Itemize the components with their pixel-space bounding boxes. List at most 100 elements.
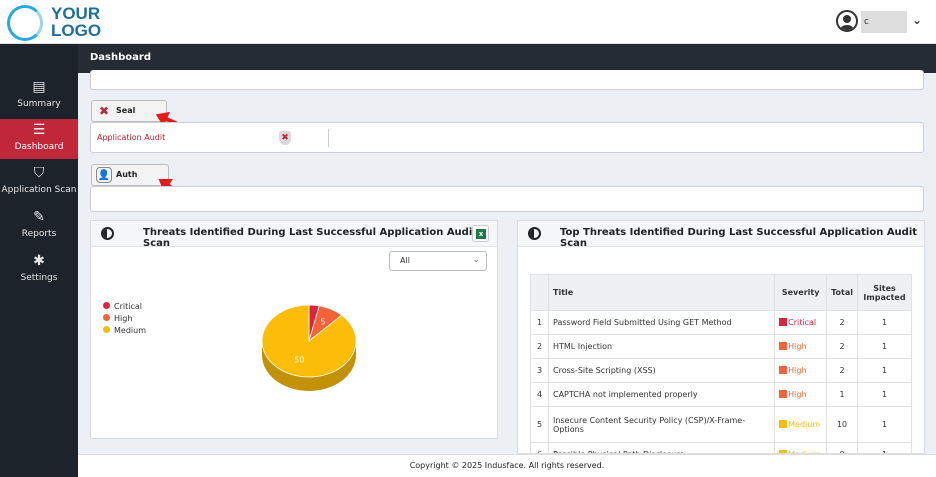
severity-label: Critical	[788, 318, 817, 327]
seal-icon: ✖	[98, 104, 110, 118]
legend-dot	[103, 302, 110, 309]
row-number-cell: 2	[530, 334, 549, 359]
logo-ring-icon	[7, 5, 43, 41]
legend-item-medium[interactable]: Medium	[103, 326, 146, 338]
severity-label: Medium	[788, 420, 821, 429]
chevron-down-icon[interactable]: ⌄	[912, 13, 922, 27]
threat-title-cell: Cross-Site Scripting (XSS)	[547, 358, 776, 383]
row-number-cell: 6	[530, 442, 549, 453]
total-cell: 9	[826, 442, 858, 453]
row-number-cell: 5	[530, 406, 549, 443]
column-header[interactable]: Severity	[774, 274, 828, 311]
user-avatar-icon[interactable]	[836, 10, 858, 32]
sidebar-item-label: Summary	[17, 99, 61, 109]
sidebar-item-label: Application Scan	[1, 185, 77, 195]
legend-label: High	[114, 314, 133, 323]
sites-impacted-cell: 1	[857, 442, 912, 453]
sites-impacted-cell: 1	[857, 358, 912, 383]
pie-data-label: 5	[320, 317, 325, 326]
severity-swatch	[779, 318, 788, 326]
table-row[interactable]: 3 Cross-Site Scripting (XSS) High 2 1	[530, 358, 912, 383]
severity-filter-select[interactable]: All ⌄	[389, 251, 487, 271]
top-threats-table: Title Severity Total Sites Impacted 1 Pas…	[530, 274, 912, 453]
threats-chart-card: Threats Identified During Last Successfu…	[90, 220, 498, 439]
contrast-icon	[101, 227, 114, 240]
threat-title-cell: Insecure Content Security Policy (CSP)/X…	[547, 406, 776, 443]
user-lock-icon: 👤	[96, 167, 112, 183]
total-cell: 1	[826, 382, 858, 407]
card-title: Top Threats Identified During Last Succe…	[560, 227, 918, 249]
total-cell: 2	[826, 310, 858, 335]
column-header[interactable]: Total	[826, 274, 858, 311]
card-header: Threats Identified During Last Successfu…	[91, 221, 497, 249]
card-title: Threats Identified During Last Successfu…	[143, 227, 478, 249]
logo[interactable]: YOUR LOGO	[7, 4, 101, 42]
table-row[interactable]: 4 CAPTCHA not implemented properly High 1 1	[530, 382, 912, 407]
row-number-cell: 1	[530, 310, 549, 335]
column-header[interactable]: Title	[547, 274, 776, 311]
table-row[interactable]: 1 Password Field Submitted Using GET Meth…	[530, 310, 912, 335]
sidebar-item-summary[interactable]: ▤ Summary	[0, 76, 78, 116]
seal-row-label: Application Audit	[97, 133, 166, 142]
sidebar-item-settings[interactable]: ✱ Settings	[0, 250, 78, 290]
severity-swatch	[779, 420, 788, 428]
table-header-row: Title Severity Total Sites Impacted	[530, 274, 912, 311]
row-number-cell: 3	[530, 358, 549, 383]
sidebar-item-label: Dashboard	[14, 142, 64, 152]
user-name[interactable]: c	[861, 11, 907, 33]
user-menu[interactable]: c ⌄	[836, 9, 926, 35]
top-threats-card: Top Threats Identified During Last Succe…	[517, 220, 925, 454]
table-row[interactable]: 5 Insecure Content Security Policy (CSP)/…	[530, 406, 912, 443]
legend-label: Critical	[114, 302, 142, 311]
severity-swatch	[779, 390, 788, 398]
table-row[interactable]: 6Possible Physical Path DisclosureMedium…	[530, 442, 912, 453]
sidebar-item-label: Reports	[21, 229, 57, 239]
top-bar: YOUR LOGO c ⌄	[0, 0, 936, 44]
threat-title-cell: CAPTCHA not implemented properly	[547, 382, 776, 407]
severity-label: High	[788, 390, 807, 399]
legend-item-high[interactable]: High	[103, 314, 146, 326]
footer: Copyright © 2025 Indusface. All rights r…	[78, 454, 936, 477]
gear-icon: ✱	[33, 253, 45, 269]
sites-impacted-cell: 1	[857, 382, 912, 407]
threat-title-cell: Password Field Submitted Using GET Metho…	[547, 310, 776, 335]
logo-line-1: YOUR	[51, 4, 101, 23]
excel-export-button[interactable]: x	[472, 225, 489, 242]
divider	[328, 129, 329, 147]
pie-slice-medium[interactable]	[261, 304, 357, 378]
sites-impacted-cell: 1	[857, 310, 912, 335]
sidebar-item-reports[interactable]: ✎ Reports	[0, 206, 78, 246]
column-header[interactable]: Sites Impacted	[857, 274, 912, 311]
severity-label: High	[788, 342, 807, 351]
logo-line-2: LOGO	[51, 21, 102, 40]
sidebar-item-application-scan[interactable]: ⛉ Application Scan	[0, 162, 78, 202]
sidebar-item-dashboard[interactable]: ☰ Dashboard	[0, 119, 78, 159]
seal-shield-icon: ✖	[279, 131, 291, 145]
threat-title-cell: Possible Physical Path Disclosure	[547, 442, 776, 453]
severity-swatch	[779, 366, 788, 374]
chevron-down-icon: ⌄	[472, 255, 480, 265]
card-header: Top Threats Identified During Last Succe…	[518, 221, 924, 249]
column-header	[530, 274, 549, 311]
severity-cell: High	[774, 334, 828, 359]
severity-cell: Medium	[774, 442, 828, 453]
table-row[interactable]: 2 HTML Injection High 2 1	[530, 334, 912, 359]
severity-cell: Critical	[774, 310, 828, 335]
threats-pie-chart[interactable]: 5 50	[261, 301, 371, 401]
pie-data-label: 50	[294, 355, 304, 364]
severity-cell: High	[774, 382, 828, 407]
edit-icon: ✎	[33, 209, 45, 225]
legend-dot	[103, 314, 110, 321]
dashboard-icon: ☰	[32, 122, 46, 138]
sites-impacted-cell: 1	[857, 334, 912, 359]
page-header: Dashboard	[78, 44, 936, 73]
auth-status-panel	[90, 186, 924, 212]
legend-item-critical[interactable]: Critical	[103, 302, 146, 314]
top-panel	[90, 70, 924, 90]
chart-legend: Critical High Medium	[103, 302, 146, 338]
page-title: Dashboard	[90, 52, 151, 63]
summary-icon: ▤	[32, 79, 46, 95]
threat-title-cell: HTML Injection	[547, 334, 776, 359]
severity-label: High	[788, 366, 807, 375]
logo-text: YOUR LOGO	[51, 5, 101, 39]
